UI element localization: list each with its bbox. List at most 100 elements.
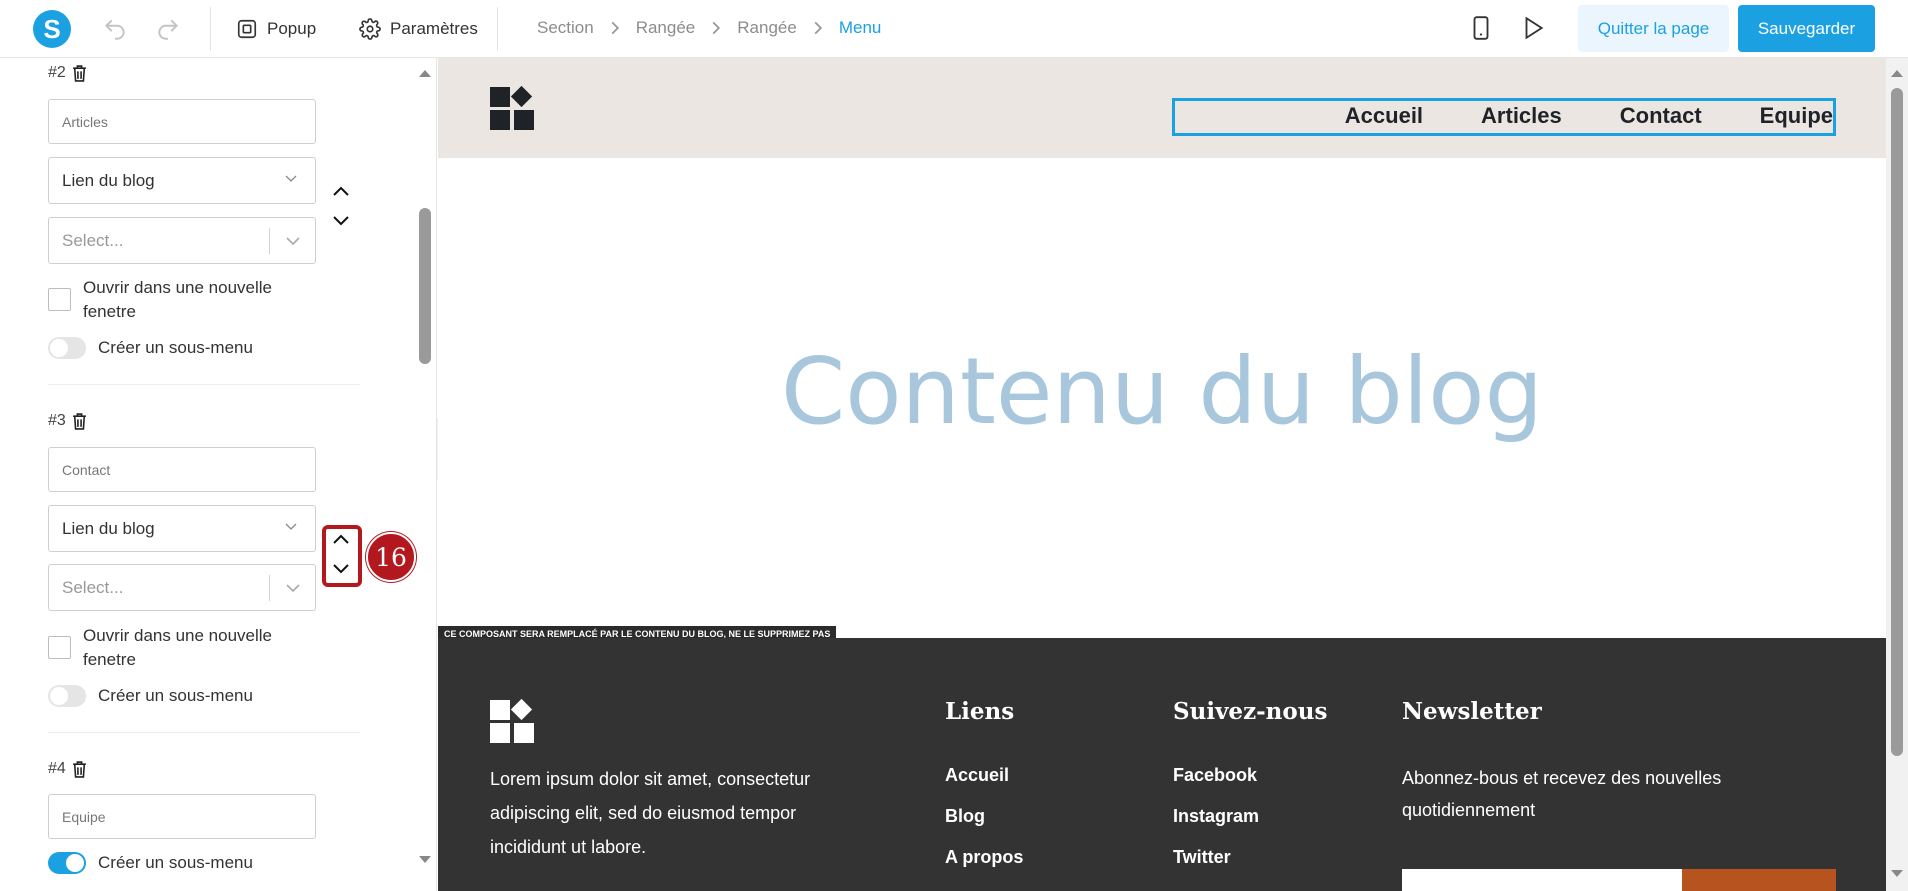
- breadcrumb: Section Rangée Rangée Menu: [537, 18, 881, 38]
- chevron-down-icon: [286, 237, 300, 246]
- submenu-label: Créer un sous-menu: [98, 853, 253, 872]
- chevron-right-icon: [611, 21, 619, 35]
- menu-item-header: #4: [48, 760, 87, 778]
- move-up-icon[interactable]: [333, 186, 349, 196]
- menu-item-header: #2: [48, 64, 87, 82]
- move-down-icon[interactable]: [333, 216, 349, 226]
- footer-link[interactable]: Blog: [945, 803, 1023, 844]
- site-nav: Accueil Articles Contact Equipe: [1345, 103, 1833, 129]
- menu-item-number: #2: [48, 64, 66, 81]
- blog-content-placeholder: Contenu du blog: [781, 338, 1543, 445]
- trash-icon[interactable]: [72, 64, 87, 82]
- highlight-frame: [322, 525, 362, 587]
- link-type-value: Lien du blog: [62, 518, 155, 538]
- nav-item-contact[interactable]: Contact: [1620, 103, 1702, 129]
- breadcrumb-menu: Menu: [838, 18, 882, 37]
- scroll-down-arrow[interactable]: [1890, 869, 1904, 879]
- scroll-down-arrow[interactable]: [418, 855, 432, 865]
- undo-icon[interactable]: [102, 16, 128, 42]
- new-window-option: Ouvrir dans une nouvelle fenetre: [48, 276, 303, 324]
- new-window-option: Ouvrir dans une nouvelle fenetre: [48, 624, 303, 672]
- submenu-toggle[interactable]: [48, 337, 86, 359]
- submenu-option: Créer un sous-menu: [48, 337, 253, 359]
- quit-page-button[interactable]: Quitter la page: [1578, 5, 1729, 52]
- scroll-up-arrow[interactable]: [418, 68, 432, 78]
- gear-icon: [359, 18, 381, 40]
- link-type-select[interactable]: Lien du blog: [48, 157, 316, 204]
- link-type-select[interactable]: Lien du blog: [48, 505, 316, 552]
- site-footer: Lorem ipsum dolor sit amet, consectetur …: [438, 638, 1886, 891]
- new-window-checkbox[interactable]: [48, 288, 71, 311]
- site-header: Accueil Articles Contact Equipe: [438, 58, 1886, 158]
- footer-links-title: Liens: [945, 698, 1015, 725]
- submenu-toggle[interactable]: [48, 685, 86, 707]
- trash-icon[interactable]: [72, 760, 87, 778]
- preview-scrollbar-thumb[interactable]: [1891, 88, 1903, 756]
- menu-settings-panel: #2 Articles Lien du blog Select... Ouvri…: [0, 58, 437, 891]
- new-window-label: Ouvrir dans une nouvelle fenetre: [83, 626, 273, 669]
- menu-label-input[interactable]: Articles: [48, 99, 316, 144]
- footer-social-list: Facebook Instagram Twitter: [1173, 762, 1259, 885]
- footer-social-link[interactable]: Instagram: [1173, 803, 1259, 844]
- mobile-icon[interactable]: [1468, 15, 1494, 41]
- submenu-toggle[interactable]: [48, 852, 86, 874]
- popup-label: Popup: [267, 19, 317, 38]
- save-button[interactable]: Sauvegarder: [1738, 5, 1875, 52]
- selected-menu-component[interactable]: Accueil Articles Contact Equipe: [1172, 98, 1836, 136]
- settings-button[interactable]: Paramètres: [359, 14, 478, 44]
- menu-label-input[interactable]: Contact: [48, 447, 316, 492]
- link-target-placeholder: Select...: [62, 230, 124, 250]
- footer-links-list: Accueil Blog A propos: [945, 762, 1023, 885]
- scroll-up-arrow[interactable]: [1890, 68, 1904, 78]
- menu-item-header: #3: [48, 412, 87, 430]
- new-window-checkbox[interactable]: [48, 636, 71, 659]
- reorder-arrows: [325, 184, 357, 244]
- step-badge: 16: [366, 532, 416, 582]
- submenu-option: Créer un sous-menu: [48, 852, 253, 874]
- redo-icon[interactable]: [155, 16, 181, 42]
- menu-label-input[interactable]: Equipe: [48, 794, 316, 839]
- link-target-placeholder: Select...: [62, 577, 124, 597]
- submenu-label: Créer un sous-menu: [98, 338, 253, 357]
- top-toolbar: S Popup Paramètres Section Rangée Rangée…: [0, 0, 1908, 58]
- chevron-right-icon: [814, 21, 822, 35]
- settings-label: Paramètres: [390, 19, 478, 38]
- chevron-down-icon: [286, 584, 300, 593]
- popup-button[interactable]: Popup: [236, 14, 316, 44]
- app-logo[interactable]: S: [33, 10, 71, 48]
- footer-newsletter-title: Newsletter: [1402, 698, 1542, 725]
- link-target-select[interactable]: Select...: [48, 564, 316, 611]
- chevron-down-icon: [285, 523, 297, 530]
- breadcrumb-row-2[interactable]: Rangée: [737, 18, 797, 38]
- breadcrumb-row-1[interactable]: Rangée: [636, 18, 696, 38]
- newsletter-email-input[interactable]: [1402, 869, 1682, 891]
- footer-follow-title: Suivez-nous: [1173, 698, 1328, 725]
- new-window-label: Ouvrir dans une nouvelle fenetre: [83, 278, 273, 321]
- breadcrumb-section[interactable]: Section: [537, 18, 594, 38]
- chevron-down-icon: [285, 175, 297, 182]
- nav-item-home[interactable]: Accueil: [1345, 103, 1423, 129]
- trash-icon[interactable]: [72, 412, 87, 430]
- play-icon[interactable]: [1520, 15, 1546, 41]
- footer-description: Lorem ipsum dolor sit amet, consectetur …: [490, 769, 811, 857]
- footer-link[interactable]: Accueil: [945, 762, 1023, 803]
- menu-item-number: #3: [48, 412, 66, 429]
- link-target-select[interactable]: Select...: [48, 217, 316, 264]
- nav-item-team[interactable]: Equipe: [1760, 103, 1833, 129]
- footer-social-link[interactable]: Facebook: [1173, 762, 1259, 803]
- site-logo-icon: [490, 85, 534, 130]
- submenu-option: Créer un sous-menu: [48, 685, 253, 707]
- newsletter-text: Abonnez-bous et recevez des nouvelles qu…: [1402, 768, 1722, 820]
- menu-item-number: #4: [48, 760, 66, 777]
- newsletter-submit-button[interactable]: [1682, 869, 1836, 891]
- footer-link[interactable]: A propos: [945, 844, 1023, 885]
- chevron-right-icon: [712, 21, 721, 35]
- nav-item-articles[interactable]: Articles: [1481, 103, 1562, 129]
- popup-icon: [237, 19, 257, 39]
- link-type-value: Lien du blog: [62, 170, 155, 190]
- page-preview: Accueil Articles Contact Equipe Contenu …: [438, 58, 1886, 891]
- footer-logo-icon: [490, 698, 534, 743]
- footer-social-link[interactable]: Twitter: [1173, 844, 1259, 885]
- panel-scrollbar-thumb[interactable]: [419, 208, 431, 364]
- submenu-label: Créer un sous-menu: [98, 686, 253, 705]
